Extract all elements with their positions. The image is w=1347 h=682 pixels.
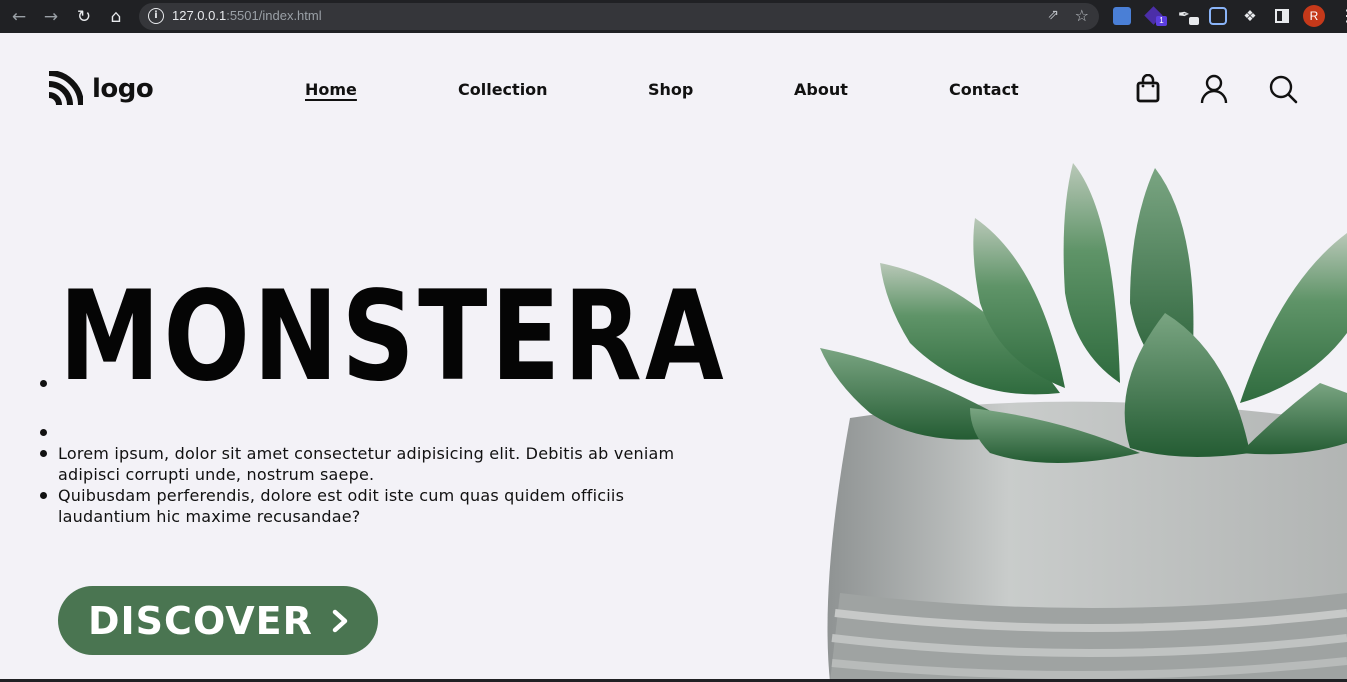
extension-badge: 1 (1156, 16, 1167, 26)
succulent-pot-image (820, 163, 1347, 682)
list-bullet (40, 492, 47, 499)
nav-about[interactable]: About (794, 80, 848, 99)
user-icon[interactable] (1199, 74, 1229, 104)
discover-label: DISCOVER (88, 598, 313, 643)
logo-icon (48, 71, 83, 106)
site-logo[interactable]: logo (47, 71, 154, 107)
list-bullet (40, 429, 47, 436)
chevron-right-icon (332, 609, 348, 632)
list-bullet (40, 380, 47, 387)
logo-text: logo (92, 74, 154, 104)
extension-pen-icon[interactable]: ✒ (1178, 7, 1199, 25)
shopping-bag-icon[interactable] (1134, 73, 1164, 104)
nav-shop[interactable]: Shop (648, 80, 693, 99)
side-panel-icon[interactable] (1273, 7, 1291, 25)
nav-contact[interactable]: Contact (949, 80, 1019, 99)
home-icon[interactable]: ⌂ (105, 6, 127, 28)
profile-avatar[interactable]: R (1303, 5, 1325, 27)
hero-paragraph-2: Quibusdam perferendis, dolore est odit i… (58, 486, 625, 526)
browser-menu-icon[interactable]: ⋮ (1339, 6, 1347, 25)
nav-collection[interactable]: Collection (458, 80, 548, 99)
extensions-puzzle-icon[interactable]: ❖ (1241, 7, 1259, 25)
bookmark-star-icon[interactable]: ☆ (1075, 6, 1089, 25)
reload-icon[interactable]: ↻ (73, 6, 95, 28)
browser-toolbar: ← → ↻ ⌂ i 127.0.0.1:5501/index.html ⇗ ☆ … (0, 0, 1347, 33)
back-icon[interactable]: ← (8, 6, 30, 28)
share-icon[interactable]: ⇗ (1047, 7, 1059, 23)
list-bullet (40, 450, 47, 457)
forward-icon[interactable]: → (40, 6, 62, 28)
hero-title: MONSTERA (59, 265, 728, 409)
extension-diamond-icon[interactable]: 1 (1144, 6, 1167, 26)
nav-home[interactable]: Home (305, 80, 357, 99)
page: logo Home Collection Shop About Contact … (0, 33, 1347, 682)
search-icon[interactable] (1268, 74, 1298, 104)
url-path: :5501/index.html (226, 8, 322, 23)
extension-translate-icon[interactable] (1113, 7, 1131, 25)
discover-button[interactable]: DISCOVER (58, 586, 378, 655)
hero-paragraph-1: Lorem ipsum, dolor sit amet consectetur … (58, 444, 675, 484)
site-info-icon[interactable]: i (148, 8, 164, 24)
url-text[interactable]: 127.0.0.1:5501/index.html (172, 8, 322, 23)
extension-screen-icon[interactable] (1209, 7, 1227, 25)
url-host: 127.0.0.1 (172, 8, 227, 23)
address-bar[interactable]: i 127.0.0.1:5501/index.html ⇗ ☆ (139, 3, 1099, 30)
